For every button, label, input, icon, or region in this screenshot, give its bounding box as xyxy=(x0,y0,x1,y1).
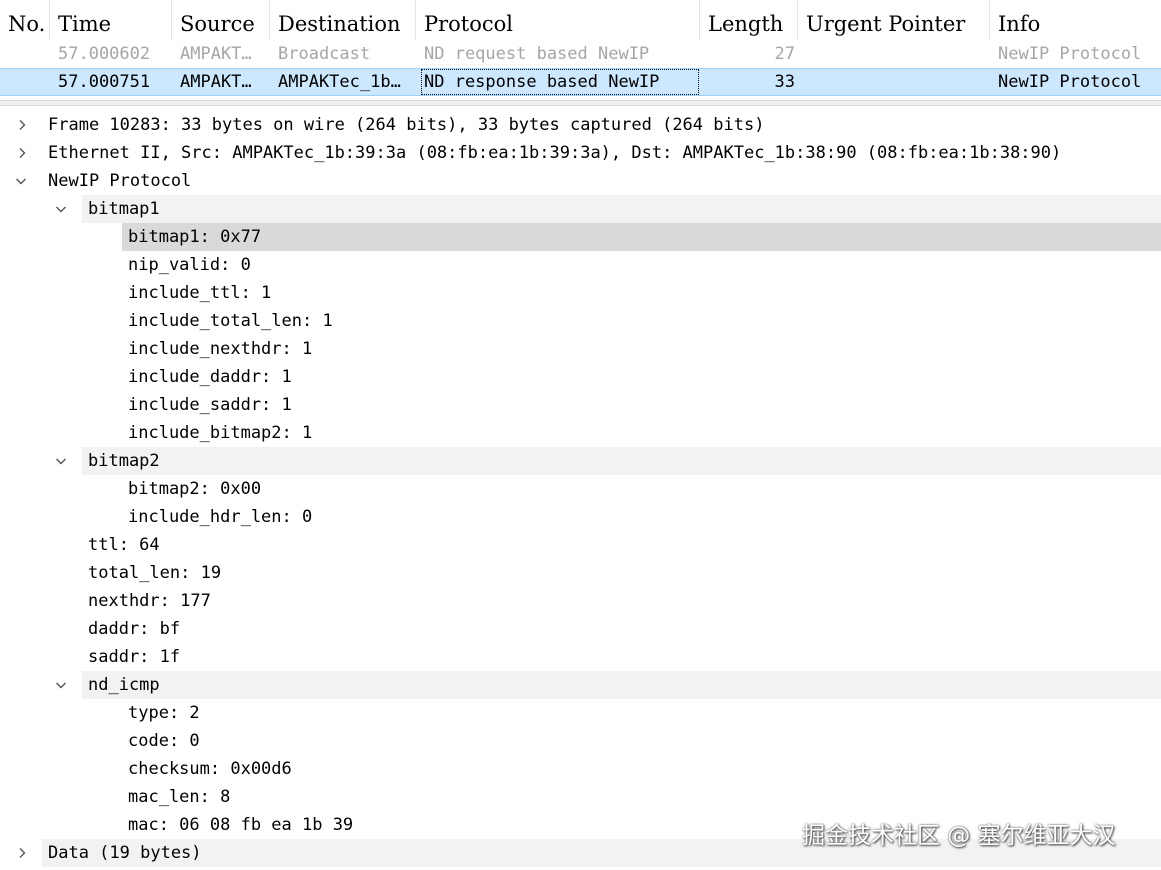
tree-field-include-daddr[interactable]: include_daddr: 1 xyxy=(122,363,1161,391)
packet-time: 57.000751 xyxy=(58,72,151,92)
packet-source: AMPAKT… xyxy=(180,72,252,92)
tree-field-label: bitmap2: 0x00 xyxy=(128,479,262,499)
tree-item-label: Frame 10283: 33 bytes on wire (264 bits)… xyxy=(48,115,765,135)
chevron-right-icon[interactable] xyxy=(16,119,28,131)
tree-field-label: checksum: 0x00d6 xyxy=(128,759,292,779)
tree-field-bitmap1-value[interactable]: bitmap1: 0x77 xyxy=(122,223,1161,251)
tree-field-include-bitmap2[interactable]: include_bitmap2: 1 xyxy=(122,419,1161,447)
column-header-urgent-pointer[interactable]: Urgent Pointer xyxy=(798,0,990,40)
packet-list-header: No. Time Source Destination Protocol Len… xyxy=(0,0,1161,40)
packet-info: NewIP Protocol xyxy=(998,72,1142,92)
tree-item-nd-icmp[interactable]: nd_icmp xyxy=(56,671,1161,699)
tree-item-label: bitmap1 xyxy=(88,199,160,219)
tree-field-label: include_hdr_len: 0 xyxy=(128,507,313,527)
chevron-right-icon[interactable] xyxy=(16,147,28,159)
watermark: 掘金技术社区 @ 塞尔维亚大汉 xyxy=(802,823,1116,849)
tree-field-label: include_total_len: 1 xyxy=(128,311,333,331)
tree-field-ttl[interactable]: ttl: 64 xyxy=(82,531,1161,559)
tree-field-include-saddr[interactable]: include_saddr: 1 xyxy=(122,391,1161,419)
tree-field-label: code: 0 xyxy=(128,731,200,751)
tree-item-label: nd_icmp xyxy=(88,675,160,695)
tree-item-bitmap1[interactable]: bitmap1 xyxy=(56,195,1161,223)
tree-field-include-nexthdr[interactable]: include_nexthdr: 1 xyxy=(122,335,1161,363)
tree-field-label: include_nexthdr: 1 xyxy=(128,339,313,359)
tree-field-label: nexthdr: 177 xyxy=(88,591,211,611)
packet-urgent-pointer xyxy=(806,40,988,68)
tree-field-label: bitmap1: 0x77 xyxy=(128,227,262,247)
tree-field-include-ttl[interactable]: include_ttl: 1 xyxy=(122,279,1161,307)
chevron-down-icon[interactable] xyxy=(55,679,67,691)
column-header-destination[interactable]: Destination xyxy=(270,0,416,40)
chevron-down-icon[interactable] xyxy=(55,203,67,215)
tree-item-label: NewIP Protocol xyxy=(48,171,192,191)
tree-field-label: include_saddr: 1 xyxy=(128,395,292,415)
packet-destination: AMPAKTec_1b… xyxy=(278,72,401,92)
tree-item-bitmap2[interactable]: bitmap2 xyxy=(56,447,1161,475)
tree-item-frame[interactable]: Frame 10283: 33 bytes on wire (264 bits)… xyxy=(0,111,1161,139)
tree-field-nexthdr[interactable]: nexthdr: 177 xyxy=(82,587,1161,615)
packet-urgent-pointer xyxy=(806,69,988,95)
tree-field-label: ttl: 64 xyxy=(88,535,160,555)
tree-field-code[interactable]: code: 0 xyxy=(122,727,1161,755)
tree-field-label: include_ttl: 1 xyxy=(128,283,272,303)
pane-splitter[interactable] xyxy=(0,100,1161,106)
tree-item-newip[interactable]: NewIP Protocol xyxy=(0,167,1161,195)
packet-row-selected[interactable]: 57.000751 AMPAKT… AMPAKTec_1b… ND respon… xyxy=(0,68,1161,96)
tree-field-include-total-len[interactable]: include_total_len: 1 xyxy=(122,307,1161,335)
tree-field-total-len[interactable]: total_len: 19 xyxy=(82,559,1161,587)
packet-length: 33 xyxy=(774,72,795,92)
tree-field-label: daddr: bf xyxy=(88,619,181,639)
tree-item-label: Ethernet II, Src: AMPAKTec_1b:39:3a (08:… xyxy=(48,143,1062,163)
tree-item-ethernet[interactable]: Ethernet II, Src: AMPAKTec_1b:39:3a (08:… xyxy=(0,139,1161,167)
tree-field-mac-len[interactable]: mac_len: 8 xyxy=(122,783,1161,811)
packet-source: AMPAKT… xyxy=(180,44,252,64)
packet-info: NewIP Protocol xyxy=(998,44,1142,64)
tree-field-label: nip_valid: 0 xyxy=(128,255,251,275)
chevron-down-icon[interactable] xyxy=(55,455,67,467)
column-header-time[interactable]: Time xyxy=(50,0,172,40)
packet-protocol: ND response based NewIP xyxy=(421,69,699,95)
tree-field-label: total_len: 19 xyxy=(88,563,222,583)
tree-field-label: include_daddr: 1 xyxy=(128,367,292,387)
column-header-length[interactable]: Length xyxy=(700,0,798,40)
tree-field-label: include_bitmap2: 1 xyxy=(128,423,313,443)
tree-field-daddr[interactable]: daddr: bf xyxy=(82,615,1161,643)
packet-list[interactable]: No. Time Source Destination Protocol Len… xyxy=(0,0,1161,100)
packet-destination: Broadcast xyxy=(278,44,371,64)
tree-field-label: mac_len: 8 xyxy=(128,787,231,807)
packet-length: 27 xyxy=(774,44,795,64)
tree-field-nip-valid[interactable]: nip_valid: 0 xyxy=(122,251,1161,279)
tree-item-label: Data (19 bytes) xyxy=(48,843,202,863)
tree-field-saddr[interactable]: saddr: 1f xyxy=(82,643,1161,671)
tree-field-label: type: 2 xyxy=(128,703,200,723)
chevron-right-icon[interactable] xyxy=(16,847,28,859)
column-header-source[interactable]: Source xyxy=(172,0,270,40)
packet-row[interactable]: 57.000602 AMPAKT… Broadcast ND request b… xyxy=(0,40,1161,68)
packet-protocol: ND request based NewIP xyxy=(424,44,650,64)
packet-time: 57.000602 xyxy=(58,44,151,64)
tree-field-bitmap2-value[interactable]: bitmap2: 0x00 xyxy=(122,475,1161,503)
tree-field-type[interactable]: type: 2 xyxy=(122,699,1161,727)
chevron-down-icon[interactable] xyxy=(15,175,27,187)
tree-field-checksum[interactable]: checksum: 0x00d6 xyxy=(122,755,1161,783)
tree-field-label: saddr: 1f xyxy=(88,647,181,667)
tree-item-label: bitmap2 xyxy=(88,451,160,471)
column-header-info[interactable]: Info xyxy=(990,0,1161,40)
column-header-protocol[interactable]: Protocol xyxy=(416,0,700,40)
tree-field-include-hdr-len[interactable]: include_hdr_len: 0 xyxy=(122,503,1161,531)
column-header-no[interactable]: No. xyxy=(0,0,50,40)
tree-field-label: mac: 06 08 fb ea 1b 39 xyxy=(128,815,354,835)
